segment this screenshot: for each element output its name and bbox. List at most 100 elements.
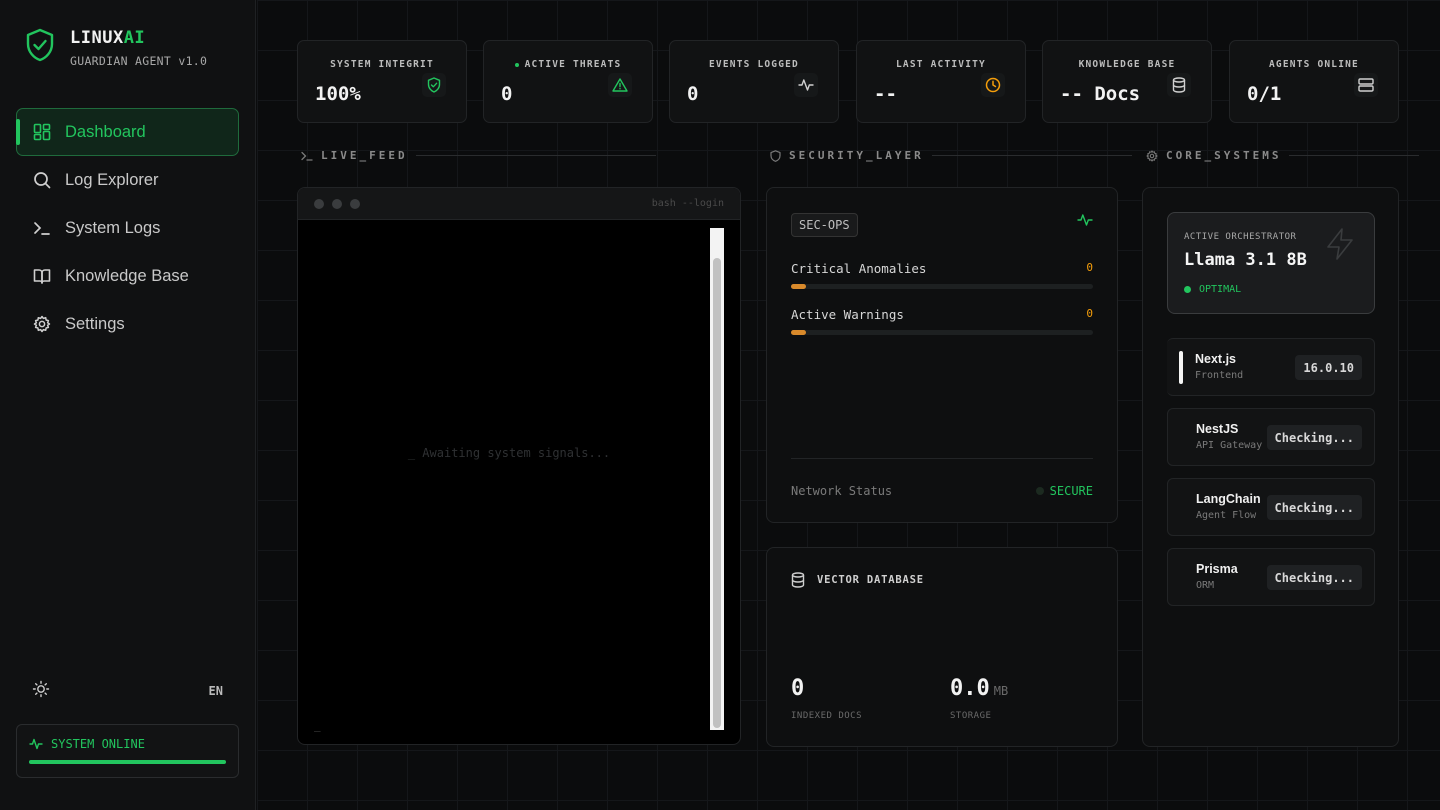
stat-label: SYSTEM INTEGRIT bbox=[330, 59, 434, 70]
search-icon bbox=[33, 171, 51, 189]
sidebar-item-dashboard[interactable]: Dashboard bbox=[16, 108, 239, 156]
service-name: Next.js bbox=[1195, 352, 1236, 366]
sidebar: LINUXAI GUARDIAN AGENT v1.0 Dashboard Lo… bbox=[0, 0, 256, 810]
service-role: Agent Flow bbox=[1196, 510, 1257, 521]
service-card-nestjs[interactable]: NestJS API Gateway Checking... bbox=[1167, 408, 1375, 466]
system-online-label: SYSTEM ONLINE bbox=[51, 737, 145, 751]
service-version: Checking... bbox=[1266, 565, 1362, 590]
active-indicator bbox=[1179, 351, 1183, 384]
stat-card-system-integrity: SYSTEM INTEGRIT 100% bbox=[297, 40, 467, 123]
warning-icon bbox=[608, 73, 632, 97]
service-version: Checking... bbox=[1266, 495, 1362, 520]
stat-value: 0 bbox=[687, 83, 699, 105]
system-online-bar bbox=[29, 760, 226, 764]
terminal-titlebar: bash --login bbox=[298, 188, 740, 220]
service-version: 16.0.10 bbox=[1295, 355, 1362, 380]
section-divider bbox=[1289, 155, 1420, 156]
indexed-docs-label: INDEXED DOCS bbox=[791, 711, 863, 721]
book-icon bbox=[33, 267, 51, 285]
stat-label: ACTIVE THREATS bbox=[484, 59, 652, 70]
metric-label: Active Warnings bbox=[791, 307, 904, 322]
network-status-row: Network Status SECURE bbox=[791, 484, 1093, 498]
critical-anomalies-row: Critical Anomalies 0 bbox=[791, 261, 1093, 276]
gear-icon bbox=[1146, 149, 1158, 162]
sidebar-item-label: Knowledge Base bbox=[65, 266, 189, 285]
brand: LINUXAI GUARDIAN AGENT v1.0 bbox=[26, 28, 207, 68]
service-name: Prisma bbox=[1196, 562, 1238, 576]
section-divider bbox=[415, 155, 656, 156]
service-role: API Gateway bbox=[1196, 440, 1263, 451]
server-icon bbox=[1354, 73, 1378, 97]
terminal-scrollbar[interactable] bbox=[710, 228, 724, 730]
active-warnings-bar bbox=[791, 330, 1093, 335]
gear-icon bbox=[33, 315, 51, 333]
sun-icon[interactable] bbox=[32, 680, 50, 702]
vector-database-panel: VECTOR DATABASE 0 INDEXED DOCS 0.0 MB STO… bbox=[766, 547, 1118, 747]
shield-logo-icon bbox=[26, 28, 54, 62]
sidebar-item-label: Dashboard bbox=[65, 122, 146, 141]
indexed-docs-value: 0 bbox=[791, 676, 805, 701]
live-dot bbox=[514, 62, 519, 67]
shield-check-icon bbox=[422, 73, 446, 97]
stat-value: -- bbox=[874, 83, 897, 105]
section-header-live-feed: LIVE_FEED bbox=[301, 149, 656, 162]
main-content: SYSTEM INTEGRIT 100% ACTIVE THREATS 0 EV… bbox=[257, 0, 1440, 810]
metric-value: 0 bbox=[1086, 307, 1093, 320]
terminal-waiting-message: _ Awaiting system signals... bbox=[407, 446, 611, 460]
orchestrator-name: Llama 3.1 8B bbox=[1184, 250, 1307, 270]
terminal-icon bbox=[301, 151, 313, 161]
window-dot bbox=[332, 199, 342, 209]
stat-value: 100% bbox=[315, 83, 361, 105]
sidebar-item-settings[interactable]: Settings bbox=[16, 300, 239, 348]
section-title: LIVE_FEED bbox=[321, 149, 408, 162]
stat-card-agents-online: AGENTS ONLINE 0/1 bbox=[1229, 40, 1399, 123]
system-online-status: SYSTEM ONLINE bbox=[16, 724, 239, 778]
section-header-core-systems: CORE_SYSTEMS bbox=[1146, 149, 1420, 162]
database-icon bbox=[791, 572, 805, 588]
grid-icon bbox=[33, 123, 51, 141]
service-card-langchain[interactable]: LangChain Agent Flow Checking... bbox=[1167, 478, 1375, 536]
sidebar-item-log-explorer[interactable]: Log Explorer bbox=[16, 156, 239, 204]
vector-db-title: VECTOR DATABASE bbox=[791, 572, 924, 588]
service-version: Checking... bbox=[1266, 425, 1362, 450]
stat-value: 0 bbox=[501, 83, 513, 105]
section-divider bbox=[931, 155, 1132, 156]
orchestrator-card[interactable]: ACTIVE ORCHESTRATOR Llama 3.1 8B OPTIMAL bbox=[1167, 212, 1375, 314]
network-status-label: Network Status bbox=[791, 484, 893, 498]
sidebar-item-system-logs[interactable]: System Logs bbox=[16, 204, 239, 252]
lightning-icon bbox=[1327, 228, 1353, 260]
orchestrator-status: OPTIMAL bbox=[1184, 284, 1241, 295]
stat-card-knowledge-base: KNOWLEDGE BASE -- Docs bbox=[1042, 40, 1212, 123]
section-title: SECURITY_LAYER bbox=[789, 149, 924, 162]
storage-label: STORAGE bbox=[950, 711, 992, 721]
activity-icon bbox=[794, 73, 818, 97]
stat-card-last-activity: LAST ACTIVITY -- bbox=[856, 40, 1026, 123]
storage-value: 0.0 MB bbox=[950, 676, 1009, 701]
metric-value: 0 bbox=[1086, 261, 1093, 274]
sidebar-item-label: Log Explorer bbox=[65, 170, 159, 189]
network-status-value: SECURE bbox=[1049, 484, 1093, 498]
live-feed-terminal[interactable]: bash --login _ Awaiting system signals..… bbox=[297, 187, 741, 745]
scrollbar-thumb[interactable] bbox=[713, 258, 721, 728]
section-header-security-layer: SECURITY_LAYER bbox=[770, 149, 1132, 162]
stat-label: EVENTS LOGGED bbox=[709, 59, 799, 70]
metric-label: Critical Anomalies bbox=[791, 261, 927, 276]
terminal-cursor: _ bbox=[314, 719, 321, 732]
stat-label: KNOWLEDGE BASE bbox=[1078, 59, 1176, 70]
stat-label: AGENTS ONLINE bbox=[1269, 59, 1359, 70]
service-card-prisma[interactable]: Prisma ORM Checking... bbox=[1167, 548, 1375, 606]
sec-ops-badge: SEC-OPS bbox=[791, 213, 858, 237]
language-toggle[interactable]: EN bbox=[209, 684, 223, 698]
database-icon bbox=[1167, 73, 1191, 97]
activity-icon bbox=[1077, 214, 1093, 226]
window-dot bbox=[314, 199, 324, 209]
clock-icon bbox=[981, 73, 1005, 97]
stat-card-active-threats: ACTIVE THREATS 0 bbox=[483, 40, 653, 123]
service-role: Frontend bbox=[1195, 370, 1244, 381]
core-systems-panel: ACTIVE ORCHESTRATOR Llama 3.1 8B OPTIMAL… bbox=[1142, 187, 1399, 747]
critical-anomalies-bar bbox=[791, 284, 1093, 289]
sidebar-item-knowledge-base[interactable]: Knowledge Base bbox=[16, 252, 239, 300]
service-name: LangChain bbox=[1196, 492, 1261, 506]
service-role: ORM bbox=[1196, 580, 1215, 591]
service-card-nextjs[interactable]: Next.js Frontend 16.0.10 bbox=[1167, 338, 1375, 396]
